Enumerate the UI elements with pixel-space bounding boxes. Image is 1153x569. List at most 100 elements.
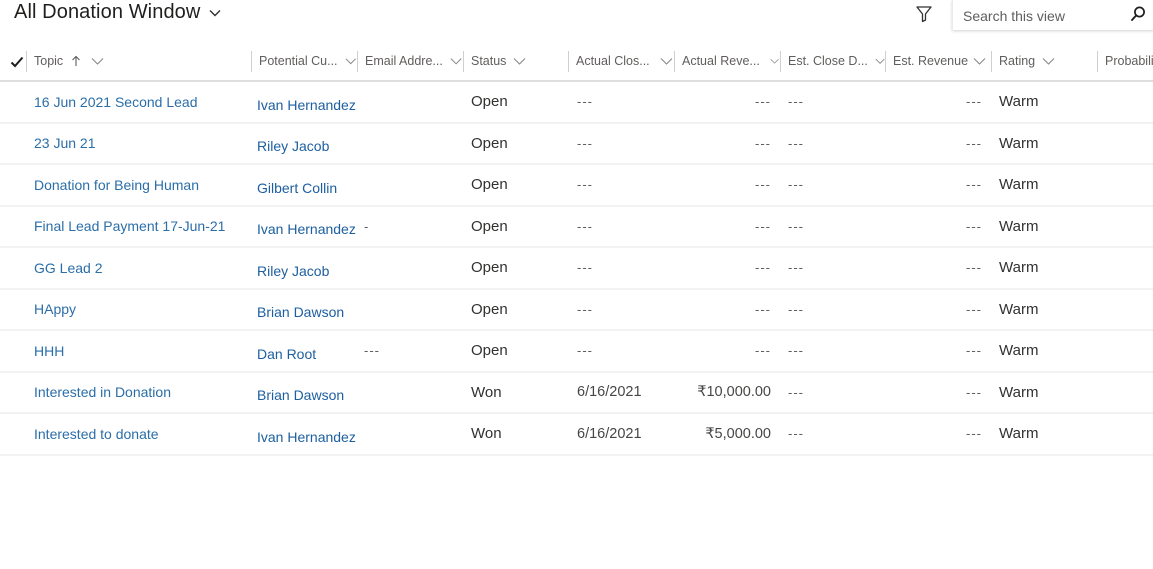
customer-link[interactable]: Brian Dawson — [257, 293, 344, 333]
status-cell-text: Won — [471, 425, 502, 443]
rating-cell: Warm — [999, 207, 1038, 247]
customer-link-text: Brian Dawson — [257, 304, 345, 321]
chevron-down-icon[interactable] — [875, 56, 885, 66]
chevron-down-icon[interactable] — [770, 56, 779, 66]
actual-close-cell: --- — [577, 82, 593, 122]
customer-link-text: Ivan Hernandez — [257, 428, 356, 445]
chevron-down-icon[interactable] — [660, 56, 673, 66]
status-cell-text: Won — [471, 383, 502, 401]
table-row[interactable]: Interested to donate Ivan Hernandez Won 6/1… — [0, 414, 1153, 456]
chevron-down-icon[interactable] — [91, 56, 104, 66]
est-close-cell: --- — [788, 290, 804, 330]
est-revenue-cell-text: --- — [966, 260, 982, 276]
checkmark-icon[interactable] — [10, 55, 24, 69]
chevron-down-icon[interactable] — [513, 56, 526, 66]
customer-link[interactable]: Gilbert Collin — [257, 168, 337, 208]
chevron-down-icon[interactable] — [1042, 56, 1055, 66]
customer-link[interactable]: Brian Dawson — [257, 376, 344, 416]
est-revenue-cell: --- — [966, 165, 982, 205]
customer-link[interactable]: Ivan Hernandez — [257, 417, 356, 457]
column-header-probability[interactable]: Probabili — [1097, 42, 1153, 80]
topic-link[interactable]: Final Lead Payment 17-Jun-21 — [34, 207, 225, 247]
status-cell-text: Open — [471, 176, 508, 194]
topic-link[interactable]: Interested to donate — [34, 414, 159, 454]
topic-link[interactable]: HAppy — [34, 290, 76, 330]
est-close-cell-text: --- — [788, 177, 804, 193]
rating-cell: Warm — [999, 290, 1038, 330]
est-revenue-cell: --- — [966, 124, 982, 164]
column-header-topic[interactable]: Topic — [26, 42, 250, 80]
actual-close-cell-text: --- — [577, 218, 593, 234]
chevron-down-icon[interactable] — [973, 56, 986, 66]
customer-link[interactable]: Dan Root — [257, 334, 316, 374]
rating-cell-text: Warm — [999, 300, 1039, 318]
column-header-est-revenue[interactable]: Est. Revenue — [885, 42, 990, 80]
actual-revenue-cell: --- — [755, 331, 771, 371]
filter-icon[interactable] — [913, 4, 935, 24]
customer-link-text: Ivan Hernandez — [257, 221, 356, 238]
table-row[interactable]: Donation for Being Human Gilbert Collin Op… — [0, 165, 1153, 207]
view-selector[interactable]: All Donation Window — [14, 1, 222, 24]
actual-close-cell: --- — [577, 331, 593, 371]
table-row[interactable]: HHH Dan Root --- Open --- --- --- --- Warm — [0, 331, 1153, 373]
column-label: Rating — [999, 54, 1036, 68]
customer-link-text: Riley Jacob — [257, 262, 330, 279]
search-input[interactable] — [961, 5, 1125, 27]
status-cell: Won — [471, 414, 502, 454]
chevron-down-icon[interactable] — [345, 56, 356, 66]
chevron-down-icon[interactable] — [450, 56, 462, 66]
topic-link[interactable]: 16 Jun 2021 Second Lead — [34, 82, 197, 122]
actual-revenue-cell-text: --- — [755, 218, 771, 234]
rating-cell-text: Warm — [999, 259, 1039, 277]
column-label: Topic — [34, 54, 64, 68]
column-header-email[interactable]: Email Addre... — [357, 42, 462, 80]
topic-link[interactable]: HHH — [34, 331, 64, 371]
est-revenue-cell-text: --- — [966, 343, 982, 359]
status-cell: Won — [471, 373, 502, 413]
column-header-status[interactable]: Status — [463, 42, 568, 80]
status-cell: Open — [471, 82, 508, 122]
topic-link[interactable]: GG Lead 2 — [34, 248, 103, 288]
table-row[interactable]: Interested in Donation Brian Dawson Won 6/1… — [0, 373, 1153, 416]
customer-link[interactable]: Ivan Hernandez — [257, 85, 356, 125]
table-row[interactable]: 23 Jun 21 Riley Jacob Open --- --- --- --- Warm — [0, 124, 1153, 167]
topic-link[interactable]: Interested in Donation — [34, 373, 171, 413]
table-row[interactable]: GG Lead 2 Riley Jacob Open --- --- --- --- Warm — [0, 248, 1153, 290]
customer-link-text: Ivan Hernandez — [257, 96, 356, 113]
topic-link-text: HHH — [34, 342, 65, 359]
est-close-cell-text: --- — [788, 260, 804, 276]
column-header-potential-customer[interactable]: Potential Cu... — [251, 42, 356, 80]
column-header-actual-close[interactable]: Actual Clos... — [568, 42, 674, 80]
actual-revenue-cell-text: --- — [755, 301, 771, 317]
rating-cell: Warm — [999, 331, 1038, 371]
table-row[interactable]: 16 Jun 2021 Second Lead Ivan Hernandez Ope… — [0, 82, 1153, 124]
actual-close-cell-text: 6/16/2021 — [577, 384, 642, 401]
est-close-cell: --- — [788, 165, 804, 205]
customer-link[interactable]: Riley Jacob — [257, 127, 329, 167]
actual-close-cell: --- — [577, 290, 593, 330]
search-icon[interactable] — [1129, 5, 1147, 23]
column-label: Status — [471, 54, 507, 68]
table-row[interactable]: Final Lead Payment 17-Jun-21 Ivan Hernand… — [0, 207, 1153, 250]
topic-link[interactable]: 23 Jun 21 — [34, 124, 96, 164]
column-header-est-close[interactable]: Est. Close D... — [780, 42, 885, 80]
est-revenue-cell: --- — [966, 414, 982, 454]
rating-cell: Warm — [999, 124, 1038, 164]
table-row[interactable]: HAppy Brian Dawson Open --- --- --- --- Warm — [0, 290, 1153, 333]
email-cell-text: - — [364, 218, 370, 234]
topic-link-text: Interested to donate — [34, 425, 159, 442]
column-header-actual-revenue[interactable]: Actual Reve... — [674, 42, 779, 80]
actual-revenue-cell: --- — [755, 207, 771, 247]
customer-link[interactable]: Ivan Hernandez — [257, 210, 356, 250]
column-header-rating[interactable]: Rating — [991, 42, 1096, 80]
actual-close-cell-text: 6/16/2021 — [577, 425, 642, 442]
actual-close-cell: --- — [577, 165, 593, 205]
est-close-cell-text: --- — [788, 301, 804, 317]
customer-link[interactable]: Riley Jacob — [257, 251, 329, 291]
column-label: Actual Reve... — [682, 54, 760, 68]
topic-link[interactable]: Donation for Being Human — [34, 165, 199, 205]
actual-revenue-cell-text: ₹10,000.00 — [697, 384, 771, 401]
column-label: Email Addre... — [365, 54, 443, 68]
topic-link-text: Donation for Being Human — [34, 176, 199, 193]
status-cell: Open — [471, 331, 508, 371]
